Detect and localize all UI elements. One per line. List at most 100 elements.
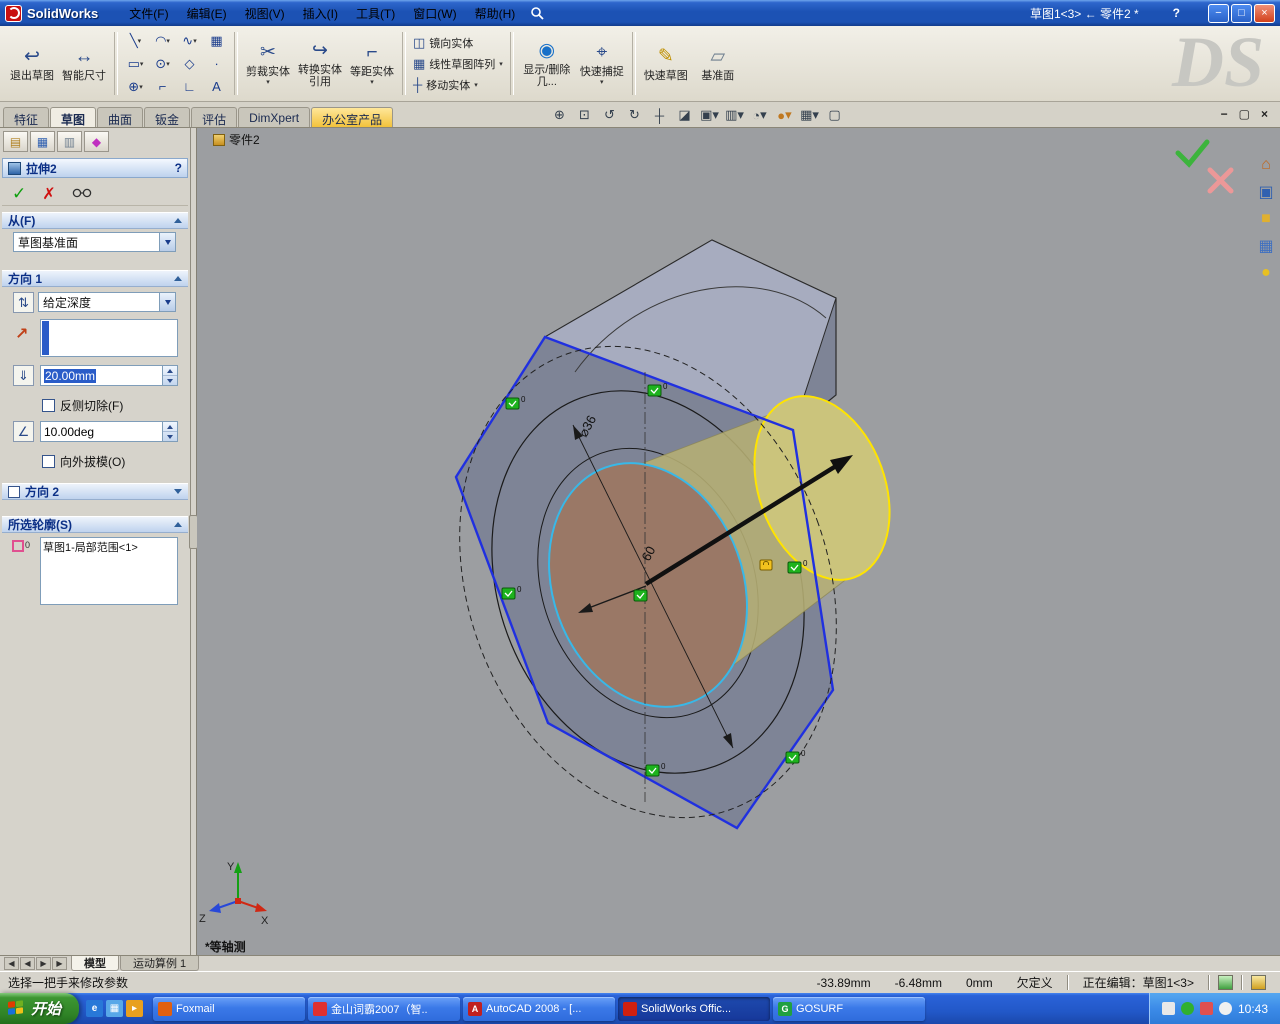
construction-geometry-icon[interactable]: ∟ [176,75,203,98]
draft-angle-input[interactable]: 10.00deg [40,421,163,442]
tab-surfaces[interactable]: 曲面 [97,107,144,127]
camera-icon[interactable]: ▢ [823,105,846,125]
next-tab-icon[interactable]: ▶ [36,957,51,970]
taskbar-task-autocad[interactable]: A AutoCAD 2008 - [... [463,996,616,1021]
menu-tools[interactable]: 工具(T) [347,2,404,25]
edit-appearance-icon[interactable]: ● ▾ [773,105,796,125]
spin-up-icon[interactable] [163,422,177,431]
lock-relation-icon[interactable] [759,559,773,571]
rectangle-tool-icon[interactable]: ▭ ▾ [122,52,149,75]
circle-tool-icon[interactable]: ⊙ ▾ [149,52,176,75]
start-button[interactable]: 开始 [0,993,80,1024]
tray-volume-icon[interactable] [1218,1002,1232,1015]
combo-dropdown-icon[interactable] [159,233,175,251]
from-combobox[interactable]: 草图基准面 [13,232,176,252]
close-button[interactable]: × [1254,3,1275,23]
spin-down-icon[interactable] [163,375,177,385]
file-explorer-folder-icon[interactable]: ■ [1255,208,1277,230]
exit-sketch-button[interactable]: ↩ 退出草图 [6,45,58,83]
configuration-manager-tab[interactable]: ▥ [57,131,82,152]
origin-relation-icon[interactable] [633,589,648,602]
from-section-header[interactable]: 从(F) [2,212,188,229]
tab-sheet-metal[interactable]: 钣金 [144,107,191,127]
section-view-icon[interactable]: ◪ [673,105,696,125]
draft-outward-checkbox[interactable] [42,455,55,468]
contour-list-item[interactable]: 草图1-局部范围<1> [43,539,175,555]
menu-file[interactable]: 文件(F) [120,2,177,25]
reverse-direction-button[interactable]: ⇅ [13,292,34,313]
ok-check-button[interactable]: ✓ [12,184,26,204]
rotate-view-icon[interactable]: ↻ [623,105,646,125]
display-delete-relations-button[interactable]: ◉ 显示/删除几... [518,39,576,89]
model-tab[interactable]: 模型 [71,956,119,971]
graphics-scene[interactable]: ⌀36 60 0 0 0 0 0 0 Y X Z [197,128,1280,955]
prev-tab-icon[interactable]: ◀ [20,957,35,970]
design-library-icon[interactable]: ▣ [1255,181,1277,203]
selected-contours-section-header[interactable]: 所选轮廓(S) [2,516,188,533]
depth-spinner[interactable] [163,365,178,386]
zoom-fit-icon[interactable]: ⊕ [548,105,571,125]
text-tool-icon[interactable]: A [203,75,230,98]
view-orientation-icon[interactable]: ▣ ▾ [698,105,721,125]
spline-tool-icon[interactable]: ∿ ▾ [176,29,203,52]
tab-evaluate[interactable]: 评估 [191,107,238,127]
minimize-button[interactable]: − [1208,3,1229,23]
fillet-tool-icon[interactable]: ⊕ ▾ [122,75,149,98]
quick-launch-media-icon[interactable]: ▸ [126,1000,144,1017]
pattern-tool-icon[interactable]: ▦ [203,29,230,52]
depth-field[interactable]: 20.00mm [40,365,178,386]
menu-view[interactable]: 视图(V) [236,2,294,25]
tab-dimxpert[interactable]: DimXpert [238,107,311,127]
search-icon[interactable] [530,6,545,21]
tab-sketch[interactable]: 草图 [50,107,97,127]
first-tab-icon[interactable]: ◀ [4,957,19,970]
arc-tool-icon[interactable]: ◠ ▾ [149,29,176,52]
quick-tips-icon[interactable] [1251,975,1266,990]
dropdown-arrow-icon[interactable]: ▾ [266,78,270,86]
menu-edit[interactable]: 编辑(E) [178,2,236,25]
move-entities-button[interactable]: ┼ 移动实体 ▾ [410,75,506,94]
quick-snaps-button[interactable]: ⌖ 快速捕捉 ▾ [576,41,628,87]
linear-sketch-pattern-button[interactable]: ▦ 线性草图阵列 ▾ [410,54,506,73]
previous-view-icon[interactable]: ↺ [598,105,621,125]
dimxpert-manager-tab[interactable]: ◆ [84,131,109,152]
display-style-icon[interactable]: ▥ ▾ [723,105,746,125]
doc-minimize-icon[interactable]: − [1221,107,1228,121]
confirm-ok-icon[interactable] [1175,139,1210,168]
tray-keyboard-icon[interactable] [1161,1002,1175,1015]
direction1-section-header[interactable]: 方向 1 [2,270,188,287]
draft-spinner[interactable] [163,421,178,442]
appearances-icon[interactable]: ● [1255,262,1277,284]
expand-chevron-icon[interactable] [174,489,182,494]
graphics-viewport[interactable]: ⌀36 60 0 0 0 0 0 0 Y X Z 零件2 ⌂ ▣ ■ ▦ ● *… [197,128,1280,955]
dropdown-arrow-icon[interactable]: ▾ [370,78,374,86]
direction2-section-header[interactable]: 方向 2 [2,483,188,500]
quick-launch-desktop-icon[interactable]: ▦ [106,1000,124,1017]
collapse-chevron-icon[interactable] [174,276,182,281]
doc-restore-icon[interactable]: ▢ [1239,107,1250,121]
mirror-entities-button[interactable]: ◫ 镜向实体 [410,33,506,52]
zoom-area-icon[interactable]: ⊡ [573,105,596,125]
direction2-checkbox[interactable] [8,485,20,498]
detailed-preview-icon[interactable] [72,187,93,201]
selected-contours-list[interactable]: 草图1-局部范围<1> [40,537,178,605]
taskbar-task-ciba[interactable]: 金山词霸2007（智.. [308,996,461,1021]
plane-button[interactable]: ▱ 基准面 [692,45,744,83]
cancel-x-button[interactable]: ✗ [42,184,55,204]
maximize-button[interactable]: □ [1231,3,1252,23]
smart-dimension-button[interactable]: ↔ 智能尺寸 [58,45,110,83]
menu-help[interactable]: 帮助(H) [466,2,525,25]
quick-launch-browser-icon[interactable]: e [86,1000,104,1017]
view-palette-icon[interactable]: ▦ [1255,235,1277,257]
apply-scene-icon[interactable]: ▦ ▾ [798,105,821,125]
feature-manager-tab[interactable]: ▤ [3,131,28,152]
flip-side-checkbox[interactable] [42,399,55,412]
trim-entities-button[interactable]: ✂ 剪裁实体 ▾ [242,41,294,87]
polygon-tool-icon[interactable]: ◇ [176,52,203,75]
taskbar-task-gosurf[interactable]: G GOSURF [773,996,926,1021]
solidworks-resources-home-icon[interactable]: ⌂ [1255,154,1277,176]
direction-reference-box[interactable] [40,319,178,357]
property-manager-tab[interactable]: ▦ [30,131,55,152]
menu-window[interactable]: 窗口(W) [404,2,465,25]
spin-up-icon[interactable] [163,366,177,375]
